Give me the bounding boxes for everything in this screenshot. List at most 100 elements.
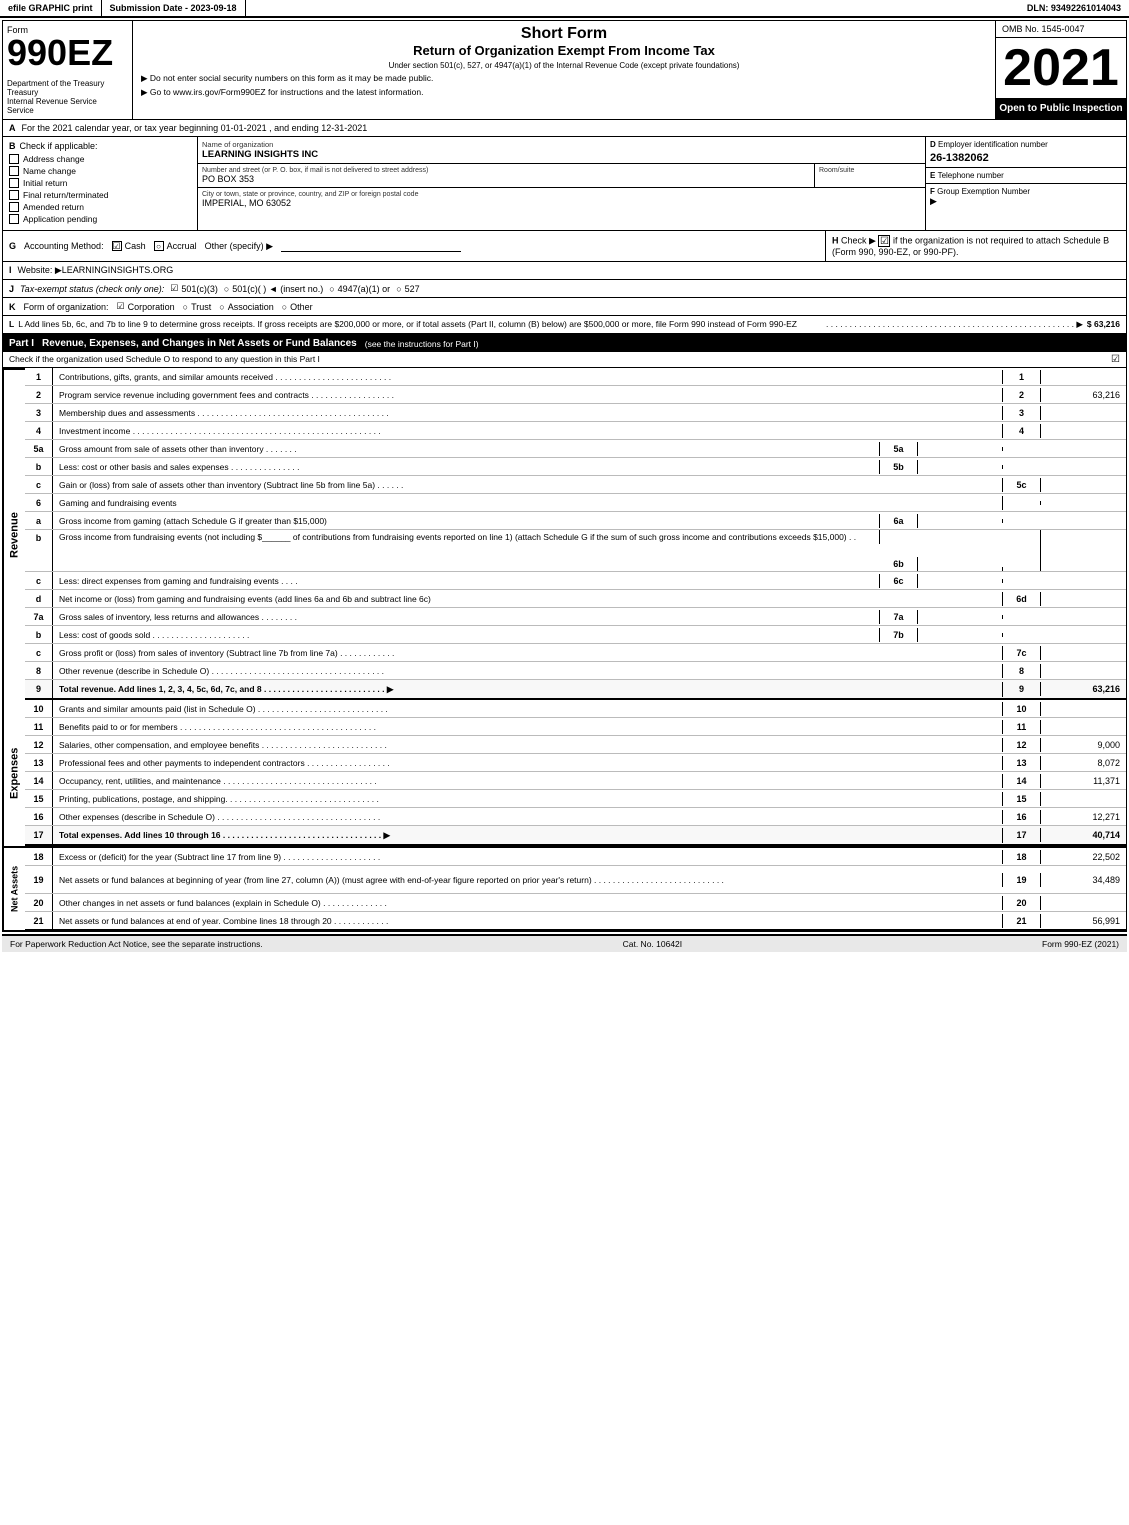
j-4947-label: 4947(a)(1) or [338,284,391,294]
line-14-num: 14 [25,772,53,789]
line-6d-ref: 6d [1003,592,1041,606]
k-assoc-checkbox[interactable]: ○ [219,302,224,312]
app-pending-checkbox[interactable] [9,214,19,224]
line-9-num: 9 [25,680,53,698]
year-display: 2021 [996,38,1126,98]
line-7b-subbox: 7b [880,628,918,642]
line-21-desc: Net assets or fund balances at end of ye… [53,914,1003,928]
line-2-amount: 63,216 [1041,388,1126,402]
line-12-num: 12 [25,736,53,753]
line-10-desc: Grants and similar amounts paid (list in… [53,702,1003,716]
k-assoc-label: Association [228,302,274,312]
cash-checkbox[interactable]: ☑ [112,241,122,251]
accrual-checkbox[interactable]: ○ [154,241,164,251]
go-to-text: ▶ Go to www.irs.gov/Form990EZ for instru… [141,87,423,98]
line-13-num: 13 [25,754,53,771]
j-4947-checkbox[interactable]: ○ [329,284,334,294]
line-6-amount [1041,501,1126,505]
section-a-text: For the 2021 calendar year, or tax year … [22,123,368,133]
amended-return-checkbox[interactable] [9,202,19,212]
line-6a-amount [918,519,1003,523]
line-13-amount: 8,072 [1041,756,1126,770]
j-501c3-label: 501(c)(3) [181,284,218,294]
line-5c-ref: 5c [1003,478,1041,492]
expenses-section-label: Expenses [3,700,25,846]
line-8-num: 8 [25,662,53,679]
line-6d-amount [1041,597,1126,601]
line-5c-num: c [25,476,53,493]
line-8-ref: 8 [1003,664,1041,678]
section-l-text: L Add lines 5b, 6c, and 7b to line 9 to … [18,319,822,329]
line-21-amount: 56,991 [1041,914,1126,928]
line-5c-amount [1041,483,1126,487]
name-change-checkbox[interactable] [9,166,19,176]
line-2-ref: 2 [1003,388,1041,402]
k-other-label: Other [290,302,313,312]
address-change-label: Address change [23,154,84,164]
line-13-desc: Professional fees and other payments to … [53,756,1003,770]
line-20-desc: Other changes in net assets or fund bala… [53,896,1003,910]
final-return-checkbox[interactable] [9,190,19,200]
line-7b-amount [918,633,1003,637]
line-18-amount: 22,502 [1041,850,1126,864]
accounting-method-label: Accounting Method: [24,241,104,251]
net-assets-section-label: Net Assets [3,848,25,930]
line-3-desc: Membership dues and assessments . . . . … [53,406,1003,420]
line-13-ref: 13 [1003,756,1041,770]
line-9-amount: 63,216 [1041,682,1126,696]
k-corp-label: Corporation [128,302,175,312]
revenue-section-label: Revenue [3,368,25,700]
section-j-text: Tax-exempt status (check only one): [20,284,164,294]
line-7a-num: 7a [25,608,53,625]
line-17-ref: 17 [1003,828,1041,842]
section-l-amount: $ 63,216 [1087,319,1120,329]
initial-return-label: Initial return [23,178,67,188]
under-section-text: Under section 501(c), 527, or 4947(a)(1)… [141,61,987,70]
section-h-checkbox[interactable]: ☑ [878,235,890,247]
line-19-num: 19 [25,866,53,893]
k-trust-label: Trust [191,302,211,312]
line-6b-amount [918,567,1003,571]
section-a-label: A [9,123,16,133]
j-527-checkbox[interactable]: ○ [396,284,401,294]
k-other-checkbox[interactable]: ○ [282,302,287,312]
line-11-desc: Benefits paid to or for members . . . . … [53,720,1003,734]
section-d-label: D Employer identification number [930,140,1122,149]
line-9-ref: 9 [1003,682,1041,696]
line-4-amount [1041,429,1126,433]
omb-number: OMB No. 1545-0047 [996,21,1126,38]
j-501c3-checkbox[interactable]: ☑ [170,283,178,294]
line-1-num: 1 [25,368,53,385]
line-8-amount [1041,669,1126,673]
line-5a-amount [918,447,1003,451]
group-num-arrow: ▶ [930,196,937,207]
k-trust-checkbox[interactable]: ○ [183,302,188,312]
name-change-label: Name change [23,166,76,176]
line-20-amount [1041,901,1126,905]
line-5a-subbox: 5a [880,442,918,456]
section-b-text: Check if applicable: [20,141,98,151]
line-6c-num: c [25,572,53,589]
part1-schedule-o-check[interactable]: ☑ [1111,354,1120,365]
line-7c-amount [1041,651,1126,655]
line-7c-desc: Gross profit or (loss) from sales of inv… [53,646,1003,660]
line-7c-ref: 7c [1003,646,1041,660]
initial-return-checkbox[interactable] [9,178,19,188]
section-b-label: B [9,141,16,151]
k-corp-checkbox[interactable]: ☑ [117,301,125,312]
section-e-label: E Telephone number [930,171,1122,180]
city-label: City or town, state or province, country… [202,191,921,198]
org-name-value: LEARNING INSIGHTS INC [202,149,921,160]
line-5b-desc: Less: cost or other basis and sales expe… [53,460,880,474]
j-501c-checkbox[interactable]: ○ [224,284,229,294]
part1-subtitle: (see the instructions for Part I) [365,339,479,349]
line-17-amount: 40,714 [1041,828,1126,842]
line-8-desc: Other revenue (describe in Schedule O) .… [53,664,1003,678]
line-19-ref: 19 [1003,873,1041,887]
line-6-num: 6 [25,494,53,511]
line-12-amount: 9,000 [1041,738,1126,752]
address-change-checkbox[interactable] [9,154,19,164]
footer-cat-no: Cat. No. 10642I [623,939,683,949]
line-10-ref: 10 [1003,702,1041,716]
line-17-num: 17 [25,826,53,844]
